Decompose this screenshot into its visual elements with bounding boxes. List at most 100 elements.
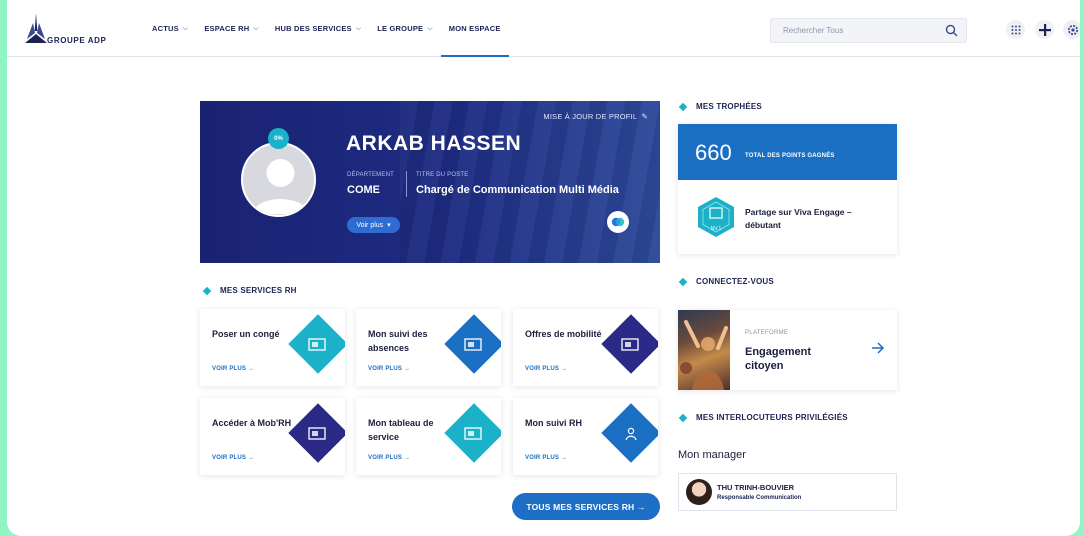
profile-background bbox=[400, 101, 660, 263]
groupe-adp-logo[interactable]: GROUPE ADP bbox=[23, 13, 123, 45]
service-label: Mon suivi RH bbox=[525, 418, 583, 428]
points-total: 660 bbox=[695, 140, 732, 165]
diamond-bullet-icon bbox=[202, 286, 212, 295]
chevron-down-icon: ⌵ bbox=[253, 24, 259, 32]
trophies-card[interactable]: 660 TOTAL DES POINTS GAGNÉS NV.1 Partage… bbox=[678, 124, 897, 254]
voir-plus-link[interactable]: VOIR PLUS → bbox=[525, 366, 567, 372]
service-tile-acceder-a-mobrh[interactable]: Accéder à Mob'RH VOIR PLUS → bbox=[200, 398, 345, 475]
service-label: Mon tableau de service bbox=[368, 418, 434, 442]
points-banner: 660 TOTAL DES POINTS GAGNÉS bbox=[678, 124, 897, 180]
connect-section-title: CONNECTEZ-VOUS bbox=[678, 277, 774, 286]
services-section-title: MES SERVICES RH bbox=[202, 286, 297, 295]
service-label: Poser un congé bbox=[212, 329, 280, 339]
nav-label: LE GROUPE bbox=[377, 24, 424, 33]
contacts-title-text: MES INTERLOCUTEURS PRIVILÉGIÉS bbox=[696, 413, 848, 422]
screen-icon bbox=[308, 338, 326, 351]
service-tile-mon-suivi-des-absences[interactable]: Mon suivi des absences VOIR PLUS → bbox=[356, 309, 501, 386]
nav-item-mon-espace[interactable]: MON ESPACE bbox=[440, 0, 509, 57]
contacts-section-title: MES INTERLOCUTEURS PRIVILÉGIÉS bbox=[678, 413, 848, 422]
all-hr-services-button[interactable]: TOUS MES SERVICES RH → bbox=[512, 493, 660, 520]
service-label: Accéder à Mob'RH bbox=[212, 418, 292, 428]
job-title-value: Chargé de Communication Multi Média bbox=[416, 184, 619, 196]
chevron-down-icon: ⌵ bbox=[355, 24, 362, 32]
job-title-label: TITRE DU POSTE bbox=[416, 172, 469, 178]
manager-label: Mon manager bbox=[678, 449, 746, 461]
service-tile-offres-de-mobilite[interactable]: Offres de mobilité VOIR PLUS → bbox=[513, 309, 658, 386]
connect-title-text: CONNECTEZ-VOUS bbox=[696, 277, 774, 286]
plus-icon bbox=[1038, 23, 1051, 36]
search-input[interactable]: Rechercher Tous bbox=[770, 18, 967, 43]
search-icon[interactable] bbox=[945, 24, 958, 37]
voir-plus-link[interactable]: VOIR PLUS → bbox=[525, 455, 567, 461]
chevron-down-icon: ⌵ bbox=[182, 24, 189, 32]
chevron-down-icon: ⌵ bbox=[427, 24, 433, 32]
nav-item-hub-des-services[interactable]: HUB DES SERVICES ⌵ bbox=[267, 0, 369, 57]
update-profile-label: MISE À JOUR DE PROFIL bbox=[543, 112, 637, 121]
platform-card[interactable]: PLATEFORME Engagement citoyen bbox=[678, 310, 897, 390]
screen-icon bbox=[464, 427, 482, 440]
voir-plus-label: Voir plus bbox=[356, 221, 384, 229]
pencil-icon: ✎ bbox=[639, 112, 648, 121]
platform-image bbox=[678, 310, 730, 390]
points-label: TOTAL DES POINTS GAGNÉS bbox=[745, 153, 835, 159]
screen-icon bbox=[621, 338, 639, 351]
service-label: Mon suivi des absences bbox=[368, 329, 428, 353]
apps-grid-button[interactable] bbox=[1006, 20, 1025, 39]
voir-plus-button[interactable]: Voir plus ▾ bbox=[347, 217, 400, 233]
nav-label: MON ESPACE bbox=[448, 24, 501, 33]
brand-name: GROUPE ADP bbox=[47, 36, 107, 45]
manager-name: THU TRINH-BOUVIER bbox=[717, 483, 795, 492]
manager-card[interactable]: THU TRINH-BOUVIER Responsable Communicat… bbox=[678, 473, 897, 511]
diamond-bullet-icon bbox=[678, 102, 688, 111]
voir-plus-link[interactable]: VOIR PLUS → bbox=[368, 366, 410, 372]
nav-label: ESPACE RH bbox=[204, 24, 250, 33]
voir-plus-link[interactable]: VOIR PLUS → bbox=[212, 455, 254, 461]
screen-icon bbox=[308, 427, 326, 440]
people-photo bbox=[680, 320, 728, 390]
badge-level: NV.1 bbox=[711, 226, 722, 232]
service-label: Offres de mobilité bbox=[525, 329, 602, 339]
diamond-bullet-icon bbox=[678, 277, 688, 286]
service-tile-mon-suivi-rh[interactable]: Mon suivi RH VOIR PLUS → bbox=[513, 398, 658, 475]
profile-completion-badge: 0% bbox=[268, 128, 289, 149]
platform-label: PLATEFORME bbox=[745, 330, 789, 336]
service-tile-mon-tableau-de-service[interactable]: Mon tableau de service VOIR PLUS → bbox=[356, 398, 501, 475]
search-placeholder: Rechercher Tous bbox=[783, 26, 844, 35]
add-button[interactable] bbox=[1035, 20, 1054, 39]
update-profile-link[interactable]: MISE À JOUR DE PROFIL ✎ bbox=[543, 112, 648, 121]
nav-item-le-groupe[interactable]: LE GROUPE ⌵ bbox=[369, 0, 441, 57]
services-title-text: MES SERVICES RH bbox=[220, 286, 297, 295]
diamond-bullet-icon bbox=[678, 413, 688, 422]
screen-icon bbox=[464, 338, 482, 351]
avatar[interactable] bbox=[241, 142, 316, 217]
service-tile-poser-un-conge[interactable]: Poser un congé VOIR PLUS → bbox=[200, 309, 345, 386]
profile-name: ARKAB HASSEN bbox=[346, 132, 522, 155]
apps-grid-icon bbox=[1011, 25, 1020, 34]
nav-item-actus[interactable]: ACTUS ⌵ bbox=[144, 0, 196, 57]
chevron-down-icon: ▾ bbox=[387, 222, 391, 229]
trophy-badge-icon: NV.1 bbox=[698, 197, 734, 237]
voir-plus-link[interactable]: VOIR PLUS → bbox=[212, 366, 254, 372]
viva-engage-badge[interactable] bbox=[607, 211, 629, 233]
settings-button[interactable] bbox=[1063, 20, 1080, 39]
app-frame: GROUPE ADP ACTUS ⌵ ESPACE RH ⌵ HUB DES SER… bbox=[7, 0, 1080, 536]
trophies-section-title: MES TROPHÉES bbox=[678, 102, 762, 111]
settings-icon bbox=[1067, 24, 1078, 35]
nav-label: ACTUS bbox=[152, 24, 179, 33]
top-header: GROUPE ADP ACTUS ⌵ ESPACE RH ⌵ HUB DES SER… bbox=[7, 0, 1080, 57]
main-nav: ACTUS ⌵ ESPACE RH ⌵ HUB DES SERVICES ⌵ LE G… bbox=[144, 0, 509, 57]
adp-logo-icon bbox=[25, 13, 47, 43]
nav-item-espace-rh[interactable]: ESPACE RH ⌵ bbox=[196, 0, 267, 57]
manager-role: Responsable Communication bbox=[717, 495, 802, 501]
person-icon bbox=[625, 427, 637, 441]
nav-label: HUB DES SERVICES bbox=[274, 24, 352, 33]
department-value: COME bbox=[347, 184, 380, 196]
voir-plus-link[interactable]: VOIR PLUS → bbox=[368, 455, 410, 461]
arrow-right-icon[interactable] bbox=[871, 342, 885, 354]
viva-engage-icon bbox=[611, 217, 625, 227]
trophies-title-text: MES TROPHÉES bbox=[696, 102, 762, 111]
meta-divider bbox=[406, 171, 407, 197]
trophy-badge-label: Partage sur Viva Engage – débutant bbox=[745, 207, 852, 230]
department-label: DÉPARTEMENT bbox=[347, 172, 394, 178]
manager-avatar bbox=[686, 479, 712, 505]
